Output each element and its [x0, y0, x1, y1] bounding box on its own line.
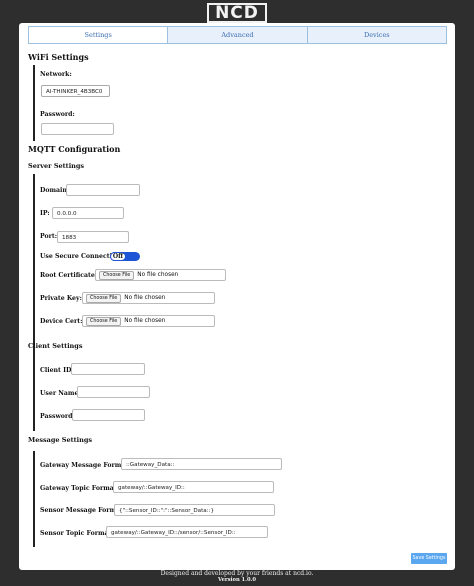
domain-label: Domain:	[40, 187, 70, 194]
private-key-label: Private Key:	[40, 295, 82, 302]
secure-connection-toggle[interactable]: Off	[110, 252, 140, 261]
device-cert-label: Device Cert:	[40, 318, 83, 325]
domain-input[interactable]	[66, 184, 140, 196]
save-settings-button[interactable]: Save Settings	[411, 553, 447, 564]
root-cert-choose-button[interactable]: Choose File	[99, 270, 135, 280]
username-label: User Name:	[40, 390, 81, 397]
private-key-choose-button[interactable]: Choose File	[86, 293, 122, 303]
root-cert-filename: No file chosen	[137, 272, 179, 278]
gateway-topic-label: Gateway Topic Format:	[40, 485, 119, 492]
client-password-input[interactable]	[72, 409, 145, 421]
toggle-knob: Off	[110, 252, 126, 261]
wifi-settings-heading: WiFi Settings	[28, 52, 89, 62]
server-group	[33, 174, 35, 360]
username-input[interactable]	[77, 386, 150, 398]
ip-input[interactable]: 0.0.0.0	[52, 207, 124, 219]
sensor-message-label: Sensor Message Format:	[40, 507, 126, 514]
sensor-topic-input[interactable]: gateway/::Gateway_ID::/sensor/::Sensor_I…	[106, 526, 268, 538]
tab-advanced[interactable]: Advanced	[167, 26, 308, 44]
wifi-password-label: Password:	[40, 111, 75, 118]
port-label: Port:	[40, 233, 58, 240]
device-cert-file[interactable]: Choose File No file chosen	[82, 315, 215, 327]
settings-panel: Settings Advanced Devices WiFi Settings …	[19, 23, 455, 570]
server-settings-heading: Server Settings	[28, 162, 85, 170]
sensor-topic-label: Sensor Topic Format:	[40, 530, 114, 537]
client-id-label: Client ID:	[40, 367, 74, 374]
gateway-message-label: Gateway Message Format:	[40, 462, 131, 469]
mqtt-config-heading: MQTT Configuration	[28, 144, 121, 154]
gateway-message-input[interactable]: ::Gateway_Data::	[121, 458, 282, 470]
client-group	[33, 355, 35, 431]
ncd-logo: NCD	[0, 3, 474, 23]
port-input[interactable]: 1883	[57, 231, 129, 243]
wifi-password-input[interactable]	[41, 123, 114, 135]
footer-version: Version 1.0.0	[218, 577, 256, 583]
client-settings-heading: Client Settings	[28, 342, 83, 350]
tab-bar: Settings Advanced Devices	[28, 26, 447, 44]
ip-label: IP:	[40, 210, 50, 217]
client-id-input[interactable]	[71, 363, 145, 375]
client-password-label: Password:	[40, 413, 75, 420]
root-certificate-label: Root Certificate:	[40, 272, 98, 279]
network-label: Network:	[40, 71, 72, 78]
footer-credit: Designed and developed by your friends a…	[160, 570, 314, 577]
wifi-group	[33, 65, 35, 141]
network-select[interactable]: AI-THINKER_4B3BC0	[41, 85, 110, 97]
private-key-file[interactable]: Choose File No file chosen	[82, 292, 215, 304]
gateway-topic-input[interactable]: gateway/::Gateway_ID::	[113, 481, 274, 493]
private-key-filename: No file chosen	[124, 295, 166, 301]
footer: Designed and developed by your friends a…	[0, 570, 474, 584]
sensor-message-input[interactable]: {"::Sensor_ID::":"::Sensor_Data::}	[114, 504, 275, 516]
root-certificate-file[interactable]: Choose File No file chosen	[95, 269, 226, 281]
tab-devices[interactable]: Devices	[306, 26, 447, 44]
device-cert-filename: No file chosen	[124, 318, 166, 324]
message-group	[33, 451, 35, 547]
tab-settings[interactable]: Settings	[28, 26, 169, 44]
network-select-value: AI-THINKER_4B3BC0	[46, 89, 103, 95]
message-settings-heading: Message Settings	[28, 436, 93, 444]
device-cert-choose-button[interactable]: Choose File	[86, 316, 122, 326]
